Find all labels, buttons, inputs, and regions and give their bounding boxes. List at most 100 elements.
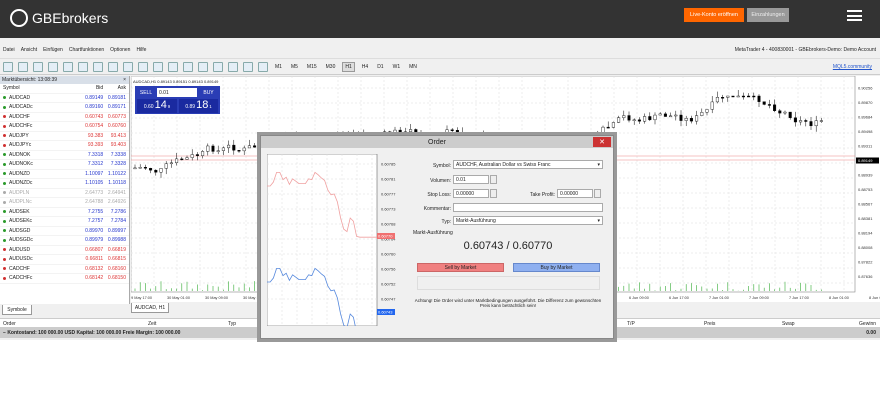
ask: 7.3338 xyxy=(110,151,126,158)
toolbar-icon[interactable] xyxy=(108,61,118,72)
toolbar-icon[interactable] xyxy=(3,61,13,72)
tab-symbols[interactable]: Symbole xyxy=(2,305,32,315)
toolbar-icon[interactable] xyxy=(243,61,253,72)
market-watch-row[interactable]: AUDNZD 1.10097 1.10122 xyxy=(0,170,129,179)
take-profit-input[interactable]: 0.00000 xyxy=(557,189,593,198)
timeframe-m5[interactable]: M5 xyxy=(289,63,300,71)
menu-item[interactable]: Einfügen xyxy=(43,47,63,53)
candle xyxy=(232,144,236,151)
market-watch-row[interactable]: AUDUSD 0.66807 0.66819 xyxy=(0,246,129,255)
stop-loss-input[interactable]: 0.00000 xyxy=(453,189,489,198)
market-watch-row[interactable]: AUDUSDc 0.66811 0.66815 xyxy=(0,255,129,265)
buy-by-market-button[interactable]: Buy by Market xyxy=(513,263,600,272)
symbol: AUDCHFc xyxy=(9,123,33,130)
stop-loss-label: Stop Loss: xyxy=(427,192,451,198)
toolbar-icon[interactable] xyxy=(213,61,223,72)
menu-item[interactable]: Optionen xyxy=(110,47,130,53)
timeframe-mn[interactable]: MN xyxy=(407,63,419,71)
market-watch-row[interactable]: AUDSGDc 0.89979 0.89988 xyxy=(0,236,129,246)
none-indicator-icon xyxy=(3,191,6,195)
market-watch-row[interactable]: AUDCHF 0.60743 0.60773 xyxy=(0,113,129,122)
market-watch-row[interactable]: AUDCAD 0.89149 0.89181 xyxy=(0,94,129,103)
market-watch-row[interactable]: AUDSGD 0.89970 0.89997 xyxy=(0,227,129,236)
market-watch-row[interactable]: AUDJPY 93.383 93.413 xyxy=(0,132,129,141)
toolbar-icon[interactable] xyxy=(228,61,238,72)
market-watch-row[interactable]: AUDSEK 7.2755 7.2786 xyxy=(0,208,129,217)
timeframe-w1[interactable]: W1 xyxy=(391,63,403,71)
down-indicator-icon xyxy=(3,143,6,147)
toolbar-icon[interactable] xyxy=(63,61,73,72)
candle xyxy=(788,111,792,118)
toolbar-icon[interactable] xyxy=(18,61,28,72)
candle xyxy=(663,113,667,117)
market-watch-row[interactable]: AUDNOK 7.3318 7.3338 xyxy=(0,151,129,160)
market-watch-row[interactable]: AUDJPYc 93.393 93.403 xyxy=(0,141,129,151)
toolbar-icon[interactable] xyxy=(138,61,148,72)
ask: 0.89181 xyxy=(107,94,126,101)
timeframe-h1[interactable]: H1 xyxy=(342,61,355,72)
toolbar-icon[interactable] xyxy=(258,61,268,72)
toolbar-icon[interactable] xyxy=(183,61,193,72)
toolbar-icon[interactable] xyxy=(78,61,88,72)
deposit-button[interactable]: Einzahlungen xyxy=(747,8,789,22)
tab-chart-audcad[interactable]: AUDCAD, H1 xyxy=(131,303,169,313)
one-click-sell-button[interactable]: SELL xyxy=(137,88,155,97)
comment-input[interactable] xyxy=(453,203,603,212)
sell-price-button[interactable]: 0.60 14 9 xyxy=(137,99,177,113)
take-profit-stepper[interactable] xyxy=(594,189,601,198)
market-watch-row[interactable]: AUDNOKc 7.3312 7.3328 xyxy=(0,160,129,170)
chart-header: AUDCAD,H1 0.89143 0.89151 0.89143 0.8914… xyxy=(133,79,219,84)
menu-item[interactable]: Ansicht xyxy=(21,47,37,53)
toolbar-icon[interactable] xyxy=(153,61,163,72)
toolbar-icon[interactable] xyxy=(123,61,133,72)
timeframe-m30[interactable]: M30 xyxy=(324,63,338,71)
market-watch-row[interactable]: AUDSEKc 7.2757 7.2784 xyxy=(0,217,129,227)
volume-stepper[interactable] xyxy=(490,175,497,184)
toolbar-icon[interactable] xyxy=(198,61,208,72)
hamburger-menu-icon[interactable] xyxy=(847,10,862,21)
timeframe-h4[interactable]: H4 xyxy=(360,63,370,71)
candle xyxy=(767,104,771,106)
sell-by-market-button[interactable]: Sell by Market xyxy=(417,263,504,272)
mql5-community-link[interactable]: MQL5.community xyxy=(833,64,872,70)
market-watch-row[interactable]: AUDPLNc 2.64788 2.64926 xyxy=(0,198,129,208)
candle xyxy=(253,145,257,148)
dialog-title: Order xyxy=(261,136,613,148)
market-watch-row[interactable]: CADCHFc 0.68142 0.68150 xyxy=(0,274,129,284)
stop-loss-stepper[interactable] xyxy=(490,189,497,198)
order-type-select[interactable]: Markt-Ausführung ▾ xyxy=(453,216,603,225)
candle xyxy=(819,120,823,122)
toolbar-icon[interactable] xyxy=(168,61,178,72)
market-watch-row[interactable]: AUDCHFc 0.60754 0.60760 xyxy=(0,122,129,132)
symbol: AUDCADc xyxy=(9,104,33,111)
volume-input[interactable]: 0.01 xyxy=(453,175,489,184)
candle xyxy=(715,97,719,103)
one-click-buy-button[interactable]: BUY xyxy=(199,88,218,97)
market-watch-row[interactable]: AUDNZDc 1.10105 1.10118 xyxy=(0,179,129,189)
down-indicator-icon xyxy=(3,115,6,119)
market-watch-row[interactable]: AUDPLN 2.64773 2.64941 xyxy=(0,189,129,198)
candle xyxy=(747,95,751,98)
market-watch-row[interactable]: CADCHF 0.68132 0.68160 xyxy=(0,265,129,274)
ask: 2.64941 xyxy=(107,189,126,196)
timeframe-m15[interactable]: M15 xyxy=(305,63,319,71)
close-icon[interactable]: × xyxy=(123,77,126,83)
menu-item[interactable]: Datei xyxy=(3,47,15,53)
one-click-volume-input[interactable]: 0.01 xyxy=(157,88,197,97)
timeframe-m1[interactable]: M1 xyxy=(273,63,284,71)
toolbar-icon[interactable] xyxy=(93,61,103,72)
market-watch-row[interactable]: AUDCADc 0.89160 0.89171 xyxy=(0,103,129,113)
symbol-select[interactable]: AUDCHF, Australian Dollar vs Swiss Franc… xyxy=(453,160,603,169)
close-button[interactable]: ✕ xyxy=(593,137,611,147)
toolbar-icon[interactable] xyxy=(33,61,43,72)
logo[interactable]: GBEbrokers xyxy=(10,9,108,27)
live-account-button[interactable]: Live-Konto eröffnen xyxy=(684,8,744,22)
bid: 0.68142 xyxy=(85,275,104,282)
menu-item[interactable]: Chartfunktionen xyxy=(69,47,104,53)
timeframe-d1[interactable]: D1 xyxy=(375,63,385,71)
toolbar-icon[interactable] xyxy=(48,61,58,72)
symbol: AUDUSD xyxy=(9,246,31,253)
buy-price-button[interactable]: 0.89 18 1 xyxy=(179,99,218,113)
y-tick-label: 0.88753 xyxy=(858,187,873,192)
menu-item[interactable]: Hilfe xyxy=(136,47,146,53)
